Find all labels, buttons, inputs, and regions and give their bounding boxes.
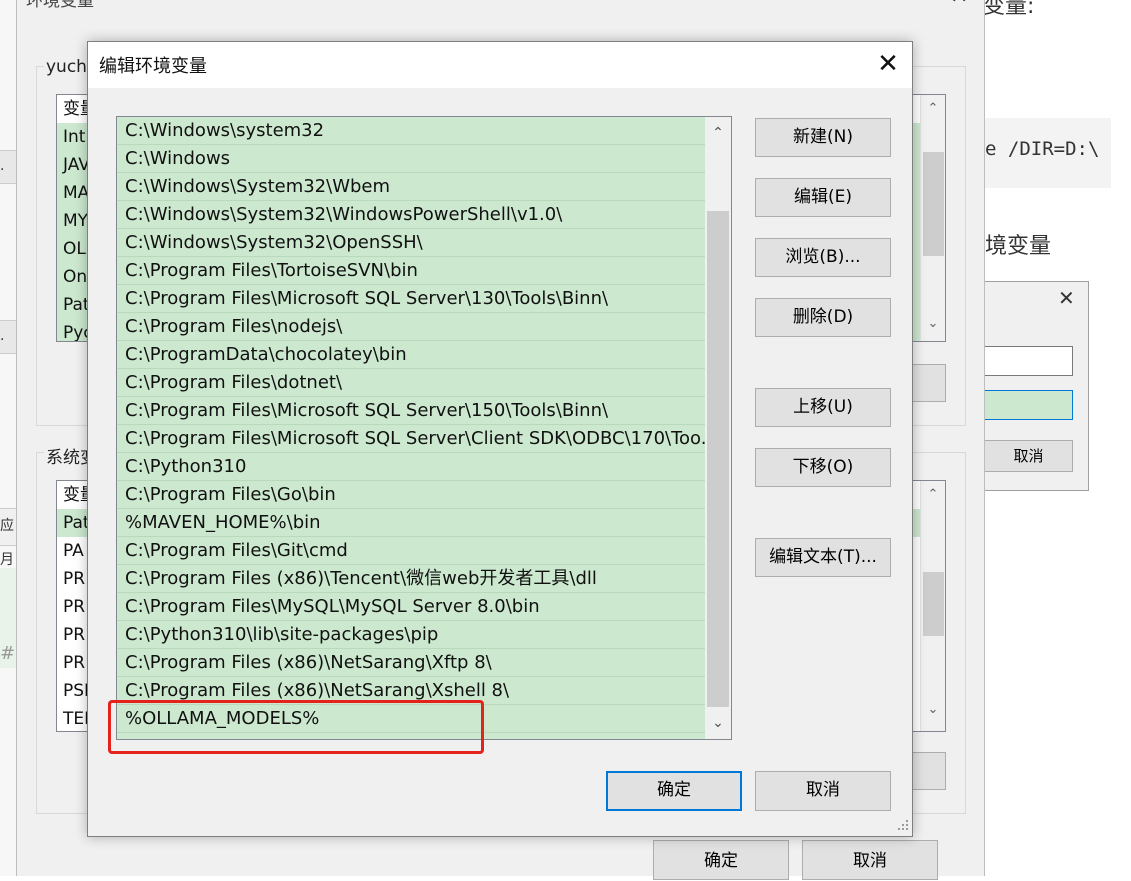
chevron-down-icon[interactable]: ⌄ bbox=[921, 702, 945, 717]
path-list-item[interactable]: C:\Program Files\dotnet\ bbox=[117, 369, 705, 397]
path-list-item[interactable]: C:\Program Files\MySQL\MySQL Server 8.0\… bbox=[117, 593, 705, 621]
variable-value-field[interactable] bbox=[985, 390, 1073, 420]
path-list-item[interactable]: C:\ProgramData\chocolatey\bin bbox=[117, 341, 705, 369]
new-button[interactable]: 新建(N) bbox=[755, 118, 891, 157]
edit-text-button[interactable]: 编辑文本(T)... bbox=[755, 538, 891, 577]
path-list[interactable]: C:\Windows\system32 C:\Windows C:\Windows\… bbox=[116, 116, 732, 740]
path-list-item[interactable]: C:\Program Files (x86)\Tencent\微信web开发者工… bbox=[117, 565, 705, 593]
ok-button[interactable]: 确定 bbox=[606, 771, 742, 811]
background-text: 变量: bbox=[983, 0, 1035, 19]
system-delete-button[interactable] bbox=[912, 752, 946, 790]
chevron-down-icon[interactable]: ⌄ bbox=[921, 316, 945, 331]
env-ok-button[interactable]: 确定 bbox=[653, 840, 789, 880]
chevron-up-icon[interactable]: ⌃ bbox=[705, 119, 731, 147]
scrollbar-thumb[interactable] bbox=[922, 152, 944, 256]
browse-button[interactable]: 浏览(B)... bbox=[755, 238, 891, 277]
annotation-highlight-box bbox=[108, 700, 484, 754]
path-list-item[interactable]: C:\Windows\system32 bbox=[117, 117, 705, 145]
system-list-scrollbar[interactable]: ⌃ ⌄ bbox=[920, 481, 945, 731]
env-cancel-button[interactable]: 取消 bbox=[802, 840, 938, 880]
edit-button[interactable]: 编辑(E) bbox=[755, 178, 891, 217]
user-delete-button[interactable] bbox=[912, 364, 946, 402]
path-list-item[interactable]: C:\Program Files (x86)\NetSarang\Xftp 8\ bbox=[117, 649, 705, 677]
path-list-item[interactable]: C:\Python310\lib\site-packages\pip bbox=[117, 621, 705, 649]
resize-grip-icon[interactable] bbox=[896, 818, 910, 832]
scrollbar-thumb[interactable] bbox=[707, 211, 729, 707]
user-variables-label: yuch bbox=[44, 57, 89, 77]
left-edge-button[interactable]: . bbox=[0, 320, 16, 354]
close-icon[interactable]: ✕ bbox=[950, 0, 968, 9]
path-list-item[interactable]: C:\Python310 bbox=[117, 453, 705, 481]
chevron-up-icon[interactable]: ⌃ bbox=[921, 487, 945, 502]
path-list-item[interactable]: C:\Program Files\Microsoft SQL Server\15… bbox=[117, 397, 705, 425]
path-list-item[interactable]: C:\Windows\System32\Wbem bbox=[117, 173, 705, 201]
path-list-item[interactable]: C:\Windows\System32\OpenSSH\ bbox=[117, 229, 705, 257]
close-icon[interactable]: ✕ bbox=[868, 50, 908, 80]
background-heading: 境变量 bbox=[985, 234, 1052, 259]
chevron-down-icon[interactable]: ⌄ bbox=[705, 709, 731, 737]
path-list-item[interactable]: C:\Program Files\Git\cmd bbox=[117, 537, 705, 565]
close-icon[interactable]: ✕ bbox=[1058, 286, 1075, 310]
chevron-up-icon[interactable]: ⌃ bbox=[921, 101, 945, 116]
path-list-item[interactable]: C:\Program Files\Microsoft SQL Server\13… bbox=[117, 285, 705, 313]
dialog-titlebar bbox=[88, 42, 912, 88]
user-list-scrollbar[interactable]: ⌃ ⌄ bbox=[920, 95, 945, 341]
path-list-item[interactable]: C:\Program Files\Go\bin bbox=[117, 481, 705, 509]
path-list-item[interactable]: C:\Program Files\Microsoft SQL Server\Cl… bbox=[117, 425, 705, 453]
path-list-item[interactable]: C:\Program Files\nodejs\ bbox=[117, 313, 705, 341]
path-list-item[interactable]: C:\Windows\System32\WindowsPowerShell\v1… bbox=[117, 201, 705, 229]
left-edge-text: #p bbox=[0, 643, 27, 664]
env-window-title: 环境变量 bbox=[26, 0, 94, 11]
path-list-item[interactable]: %MAVEN_HOME%\bin bbox=[117, 509, 705, 537]
small-cancel-button[interactable]: 取消 bbox=[985, 440, 1073, 472]
move-up-button[interactable]: 上移(U) bbox=[755, 388, 891, 427]
left-edge-button[interactable]: . bbox=[0, 150, 16, 184]
path-list-item[interactable]: C:\Windows bbox=[117, 145, 705, 173]
delete-button[interactable]: 删除(D) bbox=[755, 298, 891, 337]
path-list-item[interactable]: C:\Program Files\TortoiseSVN\bin bbox=[117, 257, 705, 285]
scrollbar-thumb[interactable] bbox=[922, 572, 944, 636]
move-down-button[interactable]: 下移(O) bbox=[755, 448, 891, 487]
dialog-title: 编辑环境变量 bbox=[99, 56, 207, 77]
variable-name-field[interactable] bbox=[985, 346, 1073, 376]
background-code-block: e /DIR=D:\ bbox=[985, 118, 1111, 188]
path-list-scrollbar[interactable]: ⌃ ⌄ bbox=[705, 117, 731, 739]
cancel-button[interactable]: 取消 bbox=[755, 771, 891, 811]
left-edge-text: 应月 bbox=[0, 508, 16, 568]
left-window-edge: . . 应月 #p bbox=[0, 0, 27, 876]
